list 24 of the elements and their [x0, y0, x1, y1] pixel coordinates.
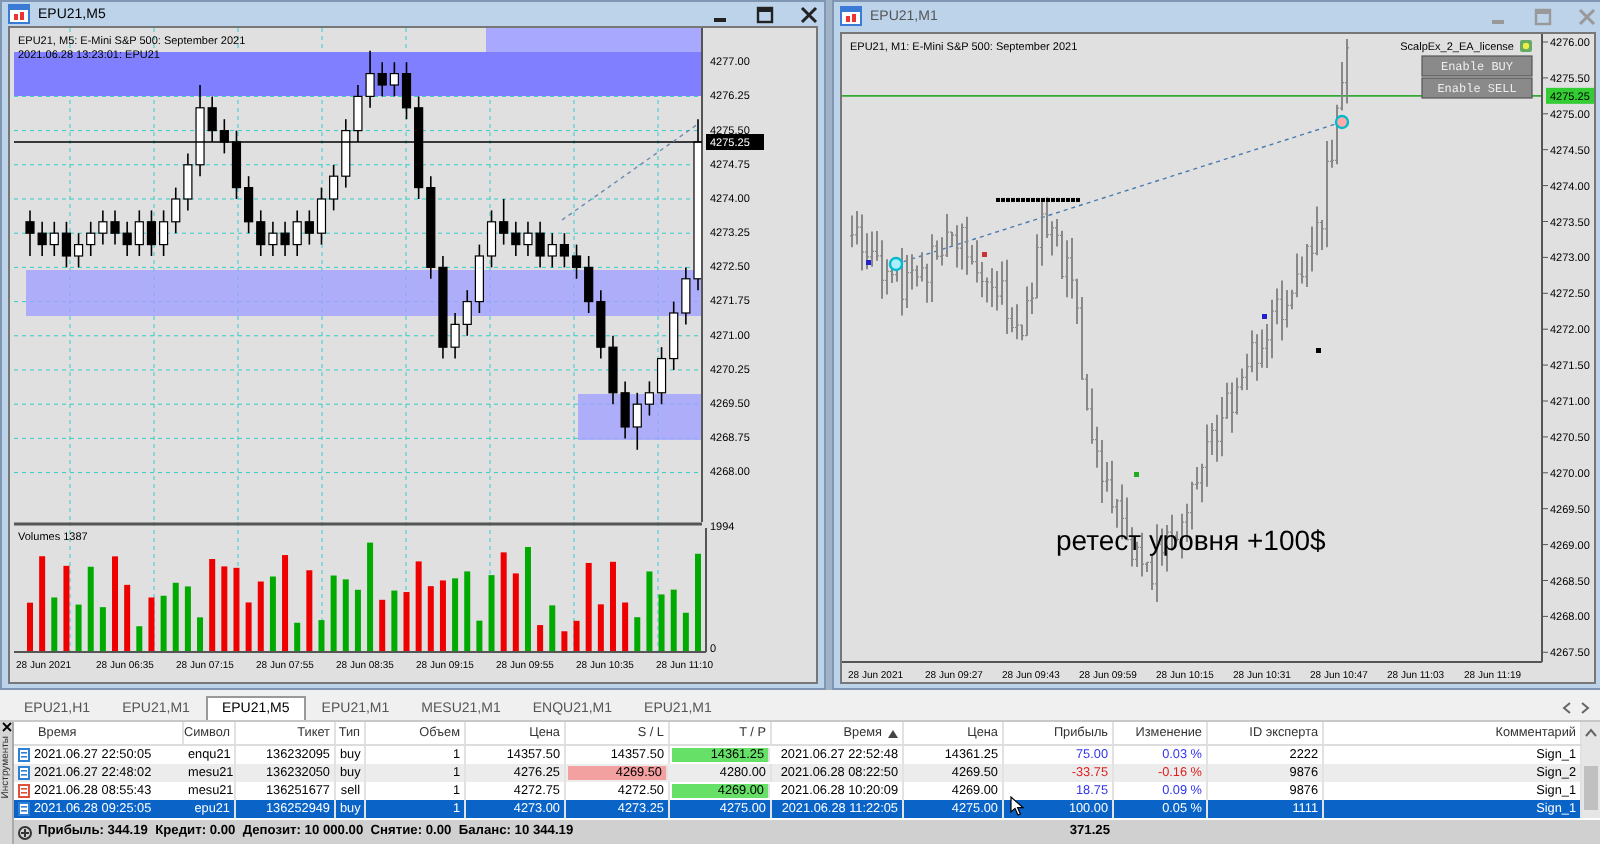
- signal-marker: [1134, 471, 1139, 477]
- signal-dots-drawing: [996, 197, 1080, 202]
- sort-icon: [888, 729, 898, 737]
- signal-marker: [1316, 347, 1321, 353]
- maximize-icon[interactable]: [756, 5, 774, 23]
- signal-marker: [982, 251, 987, 257]
- trend-line: [561, 123, 699, 221]
- smiley-icon: [1520, 39, 1532, 52]
- close-icon[interactable]: [1, 722, 11, 732]
- chart-window-icon: [8, 4, 30, 24]
- scroll-left-icon[interactable]: [1562, 701, 1572, 713]
- entry-marker: [1334, 114, 1350, 129]
- scroll-up-icon[interactable]: [1584, 728, 1598, 738]
- signal-marker: [1262, 313, 1267, 319]
- entry-marker: [888, 256, 904, 271]
- chart-window-icon: [840, 6, 862, 27]
- expand-icon[interactable]: [18, 825, 32, 839]
- close-icon[interactable]: [800, 5, 818, 23]
- scrollbar[interactable]: [1582, 722, 1600, 818]
- cursor-icon: [1010, 796, 1024, 816]
- scroll-right-icon[interactable]: [1580, 701, 1590, 713]
- scroll-thumb[interactable]: [1584, 766, 1598, 810]
- signal-marker: [866, 259, 871, 265]
- chart-annotation: ретест уровня +100$: [1056, 523, 1326, 556]
